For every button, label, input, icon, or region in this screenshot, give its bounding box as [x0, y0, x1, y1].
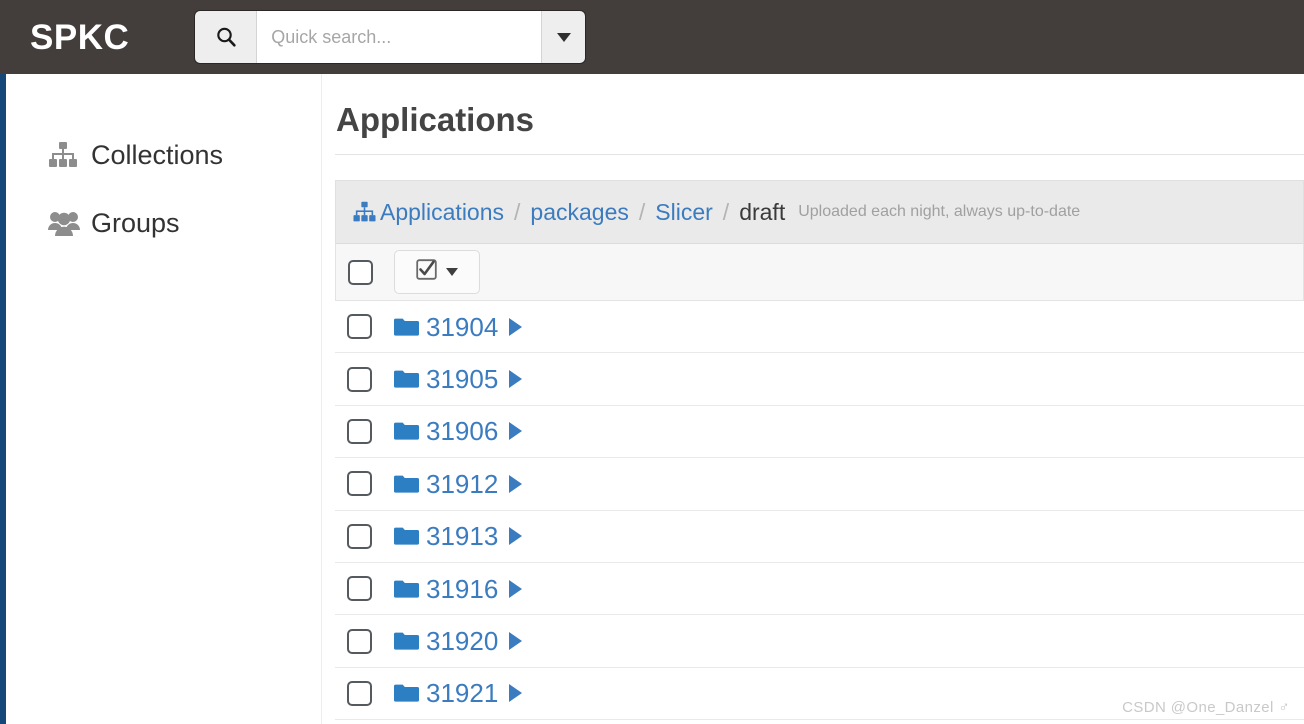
caret-right-icon[interactable]: [509, 579, 523, 598]
folder-icon: [394, 369, 419, 389]
folder-link[interactable]: 31912: [426, 471, 498, 497]
row-checkbox[interactable]: [347, 680, 372, 706]
caret-right-icon[interactable]: [509, 632, 523, 651]
search-input[interactable]: [257, 11, 542, 63]
folder-link[interactable]: 31916: [426, 576, 498, 602]
folder-icon: [394, 579, 419, 599]
table-row[interactable]: 31913: [335, 510, 1304, 563]
title-divider: [335, 153, 1304, 155]
search-icon: [215, 26, 237, 48]
table-row[interactable]: 31905: [335, 353, 1304, 406]
select-all-checkbox[interactable]: [348, 259, 373, 285]
checkbox-checked-icon: [416, 259, 437, 285]
caret-right-icon[interactable]: [509, 684, 523, 703]
caret-right-icon[interactable]: [509, 317, 523, 336]
table-toolbar: [335, 243, 1304, 301]
top-navbar: SPKC: [0, 0, 1304, 74]
sidebar-item-groups[interactable]: Groups: [6, 189, 321, 257]
sidebar-item-label: Groups: [91, 207, 180, 238]
table-row[interactable]: 31916: [335, 562, 1304, 616]
row-checkbox[interactable]: [347, 628, 372, 654]
folder-icon: [394, 631, 419, 651]
breadcrumb-separator: /: [722, 198, 730, 225]
breadcrumb-link-packages[interactable]: packages: [530, 200, 628, 224]
watermark: CSDN @One_Danzel ♂: [1122, 699, 1290, 716]
folder-link[interactable]: 31913: [426, 523, 498, 549]
folder-link[interactable]: 31904: [426, 314, 498, 340]
search-button[interactable]: [195, 11, 258, 63]
caret-down-icon: [556, 32, 571, 42]
breadcrumb-current-draft: draft: [739, 198, 786, 225]
selection-menu-button[interactable]: [394, 250, 480, 294]
table-row[interactable]: 31920: [335, 615, 1304, 668]
folder-link[interactable]: 31920: [426, 628, 498, 654]
page-title: Applications: [336, 101, 535, 138]
sidebar-item-label: Collections: [91, 139, 224, 170]
row-checkbox[interactable]: [347, 366, 372, 392]
table-row[interactable]: 31912: [335, 458, 1304, 511]
folder-link[interactable]: 31921: [426, 680, 498, 706]
table-row[interactable]: 31906: [335, 405, 1304, 459]
breadcrumb-link-applications[interactable]: Applications: [380, 200, 504, 224]
row-checkbox[interactable]: [347, 471, 372, 497]
breadcrumb: Applications / packages / Slicer / draft…: [335, 180, 1304, 243]
caret-right-icon[interactable]: [509, 527, 523, 546]
users-icon: [48, 209, 82, 237]
breadcrumb-link-slicer[interactable]: Slicer: [655, 200, 713, 224]
sidebar-item-collections[interactable]: Collections: [6, 121, 321, 189]
folder-icon: [394, 421, 419, 441]
caret-down-icon: [446, 268, 458, 276]
folder-icon: [394, 317, 419, 337]
caret-right-icon[interactable]: [509, 474, 523, 493]
sitemap-icon: [352, 201, 377, 223]
row-checkbox[interactable]: [347, 576, 372, 602]
folder-link[interactable]: 31905: [426, 366, 498, 392]
search-dropdown-button[interactable]: [541, 11, 586, 63]
row-checkbox[interactable]: [347, 418, 372, 444]
file-table: 31904 31905 31906 31912 31913 31916 3192…: [335, 301, 1304, 721]
quick-search-group: [195, 11, 586, 63]
sidebar: Collections Groups: [6, 74, 322, 724]
folder-icon: [394, 526, 419, 546]
row-checkbox[interactable]: [347, 314, 372, 340]
caret-right-icon[interactable]: [509, 370, 523, 389]
caret-right-icon[interactable]: [509, 422, 523, 441]
breadcrumb-separator: /: [638, 198, 646, 225]
table-row[interactable]: 31904: [335, 301, 1304, 354]
app-logo[interactable]: SPKC: [30, 20, 129, 55]
sitemap-icon: [48, 141, 82, 169]
row-checkbox[interactable]: [347, 523, 372, 549]
breadcrumb-separator: /: [514, 198, 521, 225]
folder-link[interactable]: 31906: [426, 418, 498, 444]
breadcrumb-description: Uploaded each night, always up-to-date: [798, 203, 1081, 220]
main-content: Applications Applications / packages / S…: [323, 74, 1304, 724]
folder-icon: [394, 683, 419, 703]
folder-icon: [394, 474, 419, 494]
